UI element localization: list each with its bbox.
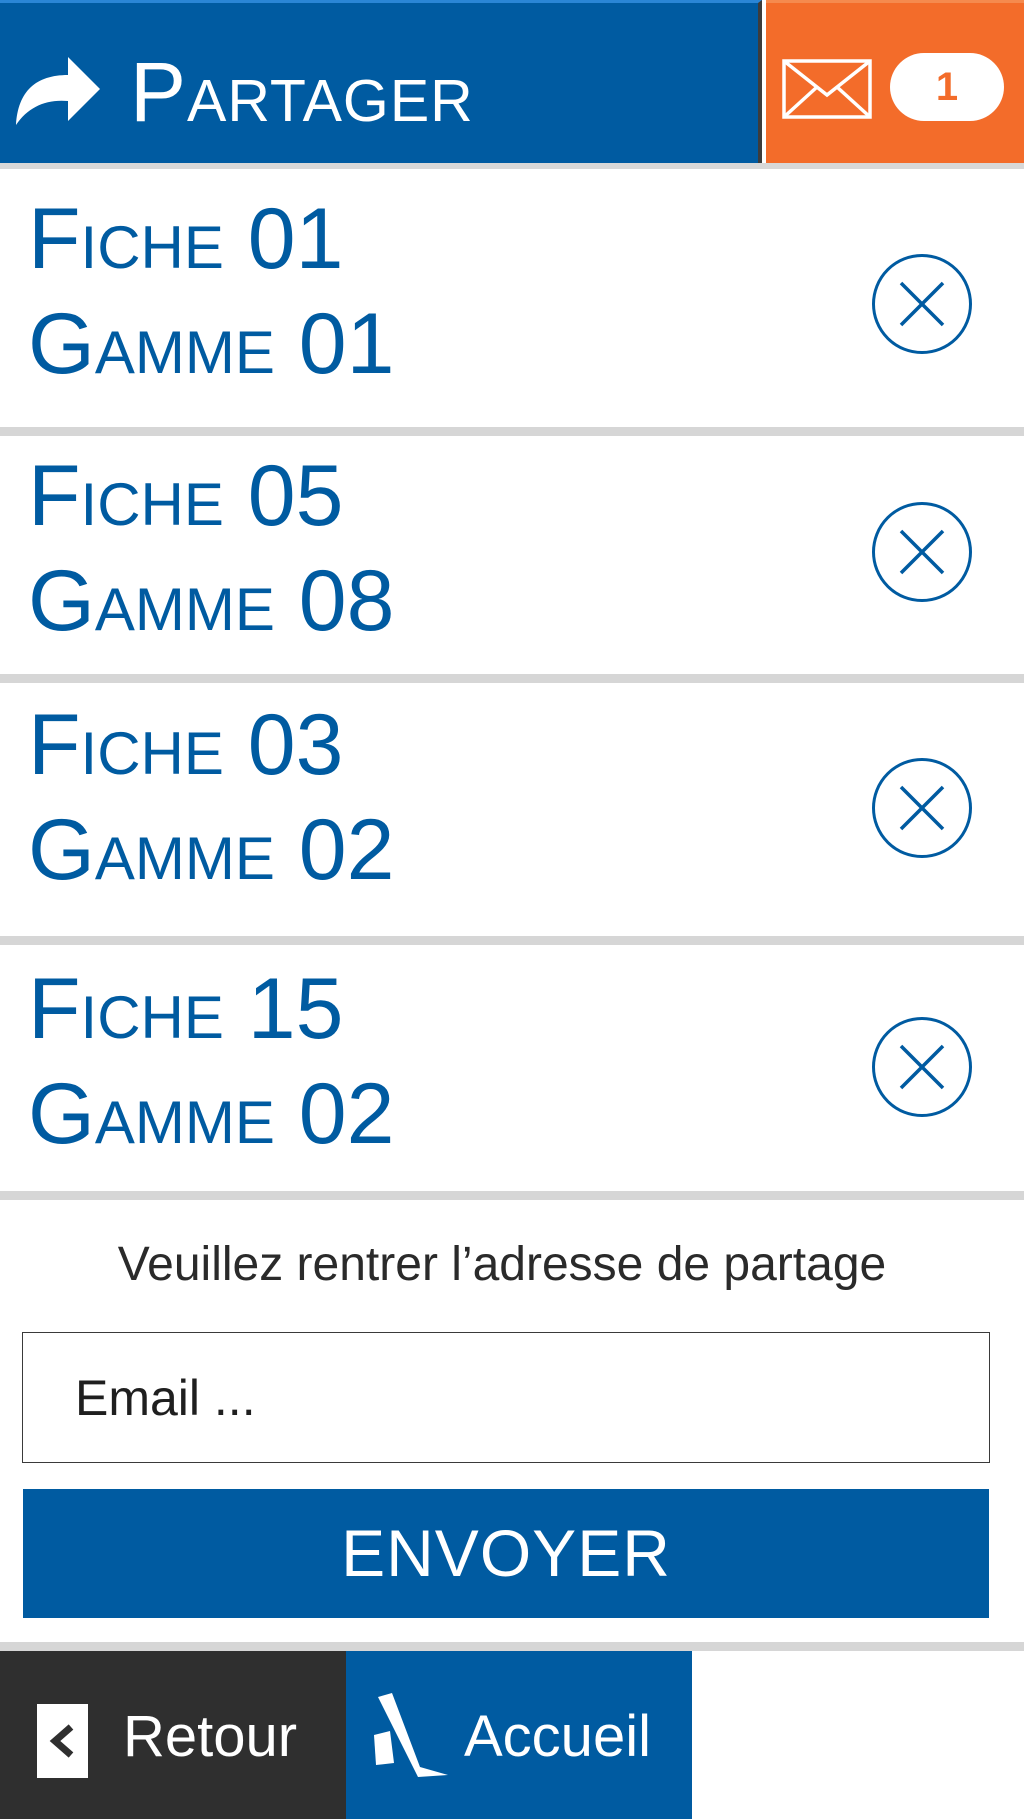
item-text: Fiche 01 Gamme 01 [28,187,394,397]
home-button[interactable]: Accueil [346,1651,692,1819]
back-button[interactable]: Retour [0,1651,346,1819]
item-text: Fiche 05 Gamme 08 [28,444,394,654]
chevron-left-icon [49,1724,74,1758]
home-label: Accueil [464,1704,651,1769]
item-text: Fiche 15 Gamme 02 [28,957,394,1167]
item-gamme: Gamme 08 [28,553,395,649]
close-circle-icon [899,281,945,327]
item-gamme: Gamme 02 [28,1066,395,1162]
envelope-icon [782,59,872,119]
email-input[interactable] [22,1332,990,1463]
remove-item-button[interactable] [872,758,972,858]
item-gamme: Gamme 02 [28,802,395,898]
app-header: Partager 1 [0,0,1024,169]
share-arrow-icon [16,57,100,125]
close-circle-icon [899,785,945,831]
mail-button[interactable]: 1 [766,0,1024,163]
share-address-label: Veuillez rentrer l’adresse de partage [117,1238,887,1291]
close-circle-icon [899,529,945,575]
header-title-bar: Partager [0,0,762,163]
item-fiche: Fiche 01 [28,191,344,287]
send-button[interactable]: ENVOYER [23,1489,989,1618]
list-divider [0,936,1024,945]
item-gamme: Gamme 01 [28,296,395,392]
list-item: Fiche 05 Gamme 08 [0,436,1024,674]
list-divider [0,1191,1024,1200]
list-divider [0,427,1024,436]
mail-count-badge: 1 [890,53,1004,121]
remove-item-button[interactable] [872,1017,972,1117]
item-fiche: Fiche 03 [28,697,344,793]
page-title: Partager [130,45,474,139]
remove-item-button[interactable] [872,502,972,602]
share-list: Fiche 01 Gamme 01 Fiche 05 Gamme 08 Fich… [0,169,1024,1200]
back-label: Retour [123,1704,298,1769]
brand-logo-icon [374,1693,448,1777]
form-divider [0,1642,1024,1651]
list-divider [0,674,1024,683]
list-item: Fiche 15 Gamme 02 [0,945,1024,1191]
list-item: Fiche 03 Gamme 02 [0,683,1024,936]
close-circle-icon [899,1044,945,1090]
item-fiche: Fiche 15 [28,961,344,1057]
back-icon-box [37,1704,88,1778]
item-fiche: Fiche 05 [28,448,344,544]
item-text: Fiche 03 Gamme 02 [28,693,394,903]
remove-item-button[interactable] [872,254,972,354]
list-item: Fiche 01 Gamme 01 [0,169,1024,427]
